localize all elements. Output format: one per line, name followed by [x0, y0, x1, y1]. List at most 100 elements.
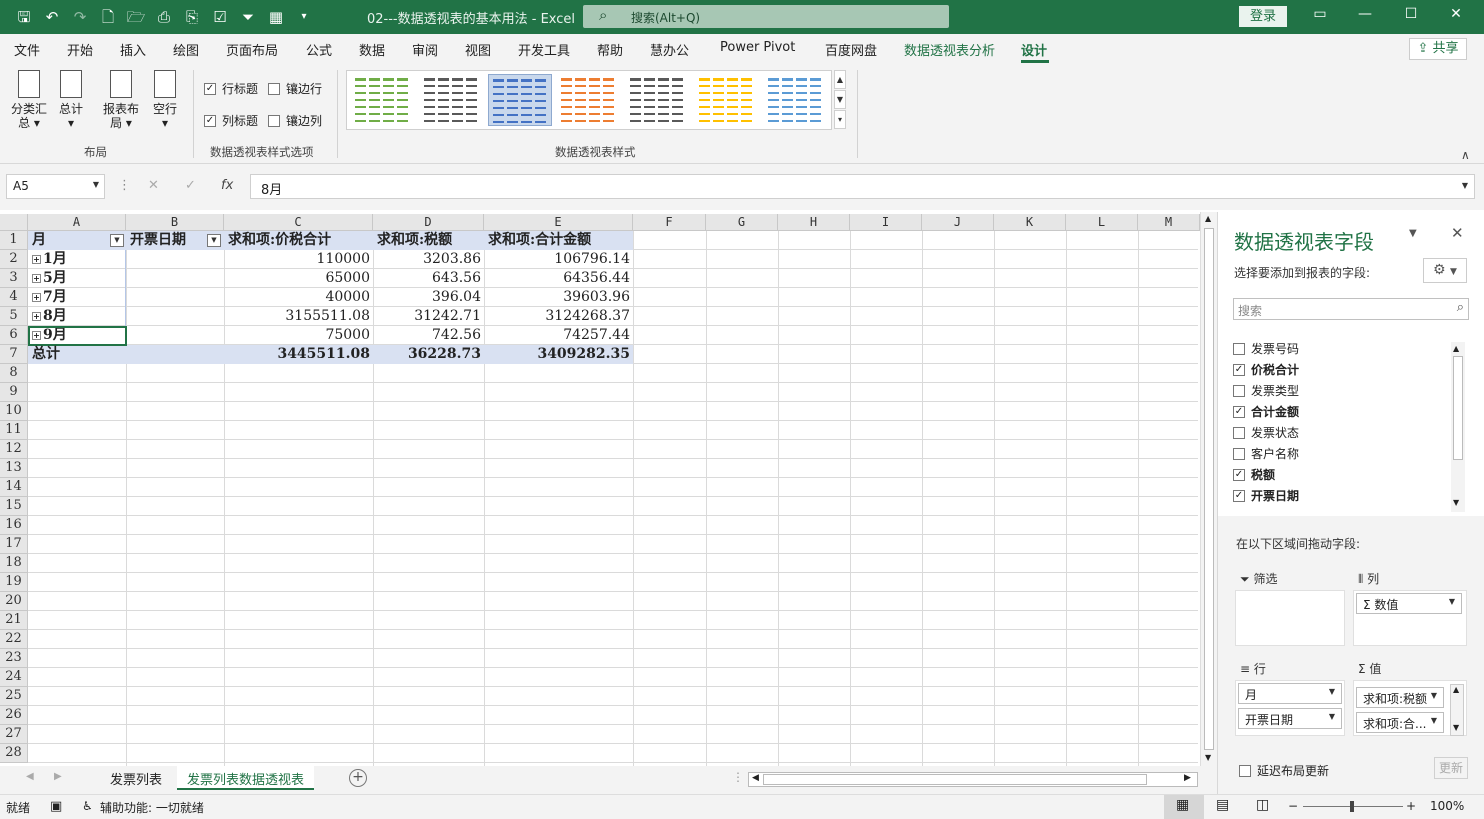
pivot-header-sum-amount[interactable]: 求和项:合计金额 [485, 231, 633, 250]
scroll-up-icon[interactable]: ▲ [1205, 214, 1211, 223]
pivot-value-cell[interactable]: 396.04 [374, 288, 484, 307]
pivot-header-sum-total[interactable]: 求和项:价税合计 [225, 231, 373, 250]
row-header[interactable]: 26 [0, 706, 28, 725]
chevron-down-icon[interactable]: ▼ [93, 180, 99, 189]
chevron-down-icon[interactable]: ▼ [1431, 691, 1437, 700]
row-header[interactable]: 17 [0, 535, 28, 554]
search-box[interactable]: ⌕ 搜索(Alt+Q) [583, 5, 949, 28]
pivot-value-cell[interactable]: 31242.71 [374, 307, 484, 326]
scroll-thumb[interactable] [1204, 228, 1214, 750]
pivot-style-thumbnail[interactable] [626, 74, 690, 126]
login-button[interactable]: 登录 [1239, 6, 1287, 27]
column-header[interactable]: J [922, 214, 994, 231]
row-header[interactable]: 25 [0, 687, 28, 706]
tab-baidu-netdisk[interactable]: 百度网盘 [825, 40, 877, 59]
scroll-down-icon[interactable]: ▼ [1453, 723, 1459, 732]
field-item[interactable]: 发票类型 [1233, 382, 1299, 399]
checkbox-unchecked[interactable] [1233, 384, 1245, 397]
zoom-slider-thumb[interactable] [1350, 801, 1354, 812]
chevron-down-icon[interactable]: ▼ [1329, 712, 1335, 721]
row-header[interactable]: 16 [0, 516, 28, 535]
pivot-value-cell[interactable] [127, 307, 223, 326]
field-item[interactable]: ✓ 价税合计 [1233, 361, 1299, 378]
column-header[interactable]: C [224, 214, 373, 231]
row-header[interactable]: 15 [0, 497, 28, 516]
redo-icon[interactable]: ↷ [68, 6, 92, 28]
pivot-style-thumbnail[interactable] [557, 74, 621, 126]
pivot-style-thumbnail-selected[interactable] [488, 74, 552, 126]
scroll-down-icon[interactable]: ▼ [1453, 498, 1459, 507]
normal-view-icon[interactable]: ▦ [1176, 797, 1189, 813]
row-header[interactable]: 24 [0, 668, 28, 687]
tab-formulas[interactable]: 公式 [306, 40, 332, 59]
tab-design[interactable]: 设计 [1021, 40, 1047, 59]
gallery-down-icon[interactable]: ▼ [834, 90, 846, 109]
pivot-value-cell[interactable]: 40000 [225, 288, 373, 307]
expand-icon[interactable]: + [32, 331, 41, 340]
row-header[interactable]: 2 [0, 250, 28, 269]
field-settings-button[interactable]: ⚙ ▼ [1423, 258, 1467, 283]
collapse-ribbon-icon[interactable]: ∧ [1461, 148, 1470, 162]
checkbox-unchecked[interactable] [1233, 426, 1245, 439]
chevron-down-icon[interactable]: ▼ [1329, 687, 1335, 696]
column-header[interactable]: G [706, 214, 778, 231]
row-header[interactable]: 14 [0, 478, 28, 497]
field-item[interactable]: ✓ 合计金额 [1233, 403, 1299, 420]
scroll-up-icon[interactable]: ▲ [1453, 344, 1459, 353]
filter-dropdown-icon[interactable]: ▼ [110, 234, 124, 247]
row-header[interactable]: 10 [0, 402, 28, 421]
cancel-icon[interactable]: ✕ [148, 178, 159, 193]
tab-home[interactable]: 开始 [67, 40, 93, 59]
field-item[interactable]: ✓ 开票日期 [1233, 487, 1299, 504]
row-header[interactable]: 22 [0, 630, 28, 649]
checkbox-checked[interactable]: ✓ [1233, 405, 1245, 418]
checkbox-unchecked[interactable] [1233, 342, 1245, 355]
name-box[interactable]: A5 ▼ [6, 174, 105, 199]
column-header[interactable]: M [1138, 214, 1200, 231]
row-header[interactable]: 8 [0, 364, 28, 383]
enter-icon[interactable]: ✓ [185, 178, 196, 193]
column-header[interactable]: A [28, 214, 126, 231]
sheet-tab-pivot[interactable]: 发票列表数据透视表 [177, 766, 315, 790]
chevron-down-icon[interactable]: ▼ [1449, 597, 1455, 606]
checkbox-checked[interactable]: ✓ [1233, 468, 1245, 481]
row-header[interactable]: 6 [0, 326, 28, 345]
row-field-month[interactable]: 月 ▼ [1238, 683, 1342, 704]
macro-record-icon[interactable]: ▣ [50, 799, 62, 814]
accessibility-icon[interactable]: ♿ [82, 799, 93, 813]
pivot-total-label[interactable]: 总计 [29, 345, 125, 364]
pivot-row-label[interactable]: +1月 [29, 250, 125, 269]
select-all-corner[interactable] [0, 214, 28, 231]
page-break-view-icon[interactable]: ◫ [1256, 797, 1269, 813]
row-header[interactable]: 19 [0, 573, 28, 592]
pivot-value-cell[interactable]: 106796.14 [485, 250, 633, 269]
undo-icon[interactable]: ↶ [40, 6, 64, 28]
pivot-value-cell[interactable]: 65000 [225, 269, 373, 288]
row-header[interactable]: 28 [0, 744, 28, 763]
pane-options-icon[interactable]: ▼ [1409, 228, 1417, 239]
tab-review[interactable]: 审阅 [412, 40, 438, 59]
pivot-value-cell[interactable] [127, 288, 223, 307]
filter-dropdown-icon[interactable]: ▼ [207, 234, 221, 247]
report-layout-button[interactable]: 报表布局 ▾ [100, 70, 142, 130]
row-header[interactable]: 5 [0, 307, 28, 326]
banded-columns-checkbox[interactable]: 镶边列 [268, 112, 322, 129]
pivot-value-cell[interactable]: 39603.96 [485, 288, 633, 307]
zoom-level[interactable]: 100% [1430, 799, 1464, 813]
open-folder-icon[interactable]: 🗁 [124, 6, 148, 28]
tab-power-pivot[interactable]: Power Pivot [720, 40, 795, 55]
subtotals-button[interactable]: 分类汇总 ▾ [8, 70, 50, 130]
row-header[interactable]: 3 [0, 269, 28, 288]
save-icon[interactable]: 🖫 [12, 6, 36, 28]
add-sheet-icon[interactable]: + [349, 769, 367, 787]
row-header[interactable]: 11 [0, 421, 28, 440]
pivot-row-label[interactable]: +7月 [29, 288, 125, 307]
page-layout-view-icon[interactable]: ▤ [1216, 797, 1229, 813]
pivot-value-cell[interactable] [127, 326, 223, 345]
ribbon-display-icon[interactable]: ▭ [1305, 6, 1335, 22]
scroll-thumb[interactable] [1453, 356, 1463, 460]
pivot-value-cell[interactable]: 3124268.37 [485, 307, 633, 326]
export-icon[interactable]: ⎘ [180, 6, 204, 28]
value-field-tax[interactable]: 求和项:税额 ▼ [1356, 687, 1444, 708]
field-search-input[interactable]: 搜索 ⌕ [1233, 298, 1469, 320]
